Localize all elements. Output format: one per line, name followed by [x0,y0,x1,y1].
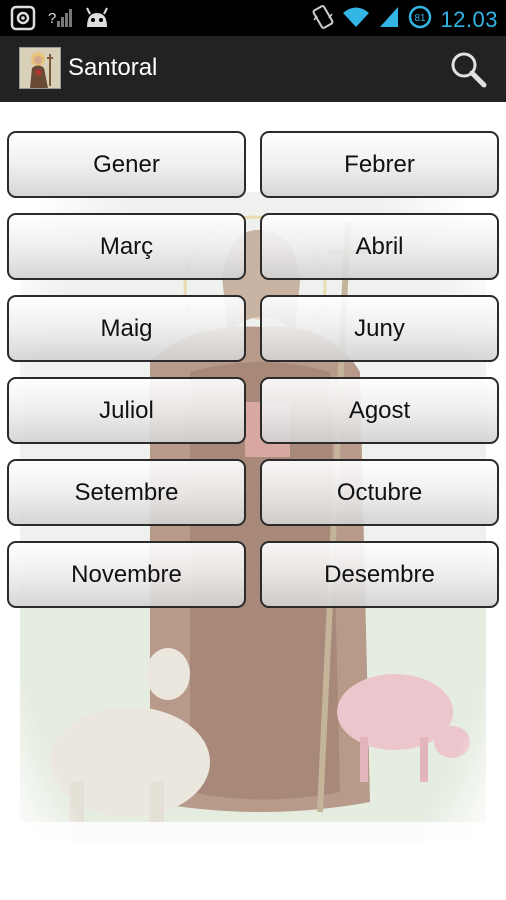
cell-signal-icon [378,5,400,34]
month-button-desembre[interactable]: Desembre [260,541,499,608]
status-bar-left: ? [10,5,110,36]
battery-icon: 81 [408,5,432,34]
month-button-abril[interactable]: Abril [260,213,499,280]
clock: 12.03 [440,6,498,32]
month-button-setembre[interactable]: Setembre [7,459,246,526]
month-button-febrer[interactable]: Febrer [260,131,499,198]
status-bar: ? 81 12.03 [0,0,506,36]
month-button-octubre[interactable]: Octubre [260,459,499,526]
month-button-novembre[interactable]: Novembre [7,541,246,608]
month-selection-screen: Gener Febrer Març Abril Maig Juny Juliol… [0,102,506,900]
month-button-maig[interactable]: Maig [7,295,246,362]
battery-level-text: 81 [415,13,427,24]
search-icon [448,52,488,93]
month-button-juny[interactable]: Juny [260,295,499,362]
wifi-icon [342,5,370,34]
search-button[interactable] [448,49,488,89]
svg-text:?: ? [48,10,56,27]
month-button-juliol[interactable]: Juliol [7,377,246,444]
status-bar-right: 81 12.03 [312,4,498,35]
month-grid: Gener Febrer Març Abril Maig Juny Juliol… [7,131,499,608]
app-title: Santoral [68,54,158,81]
screenshot-icon [10,5,36,36]
month-button-gener[interactable]: Gener [7,131,246,198]
vibrate-icon [312,4,334,35]
action-bar: Santoral [0,36,506,102]
no-signal-icon: ? [48,6,72,35]
month-button-marc[interactable]: Març [7,213,246,280]
saint-icon[interactable] [19,47,61,89]
month-button-agost[interactable]: Agost [260,377,499,444]
android-debug-icon [84,6,110,35]
